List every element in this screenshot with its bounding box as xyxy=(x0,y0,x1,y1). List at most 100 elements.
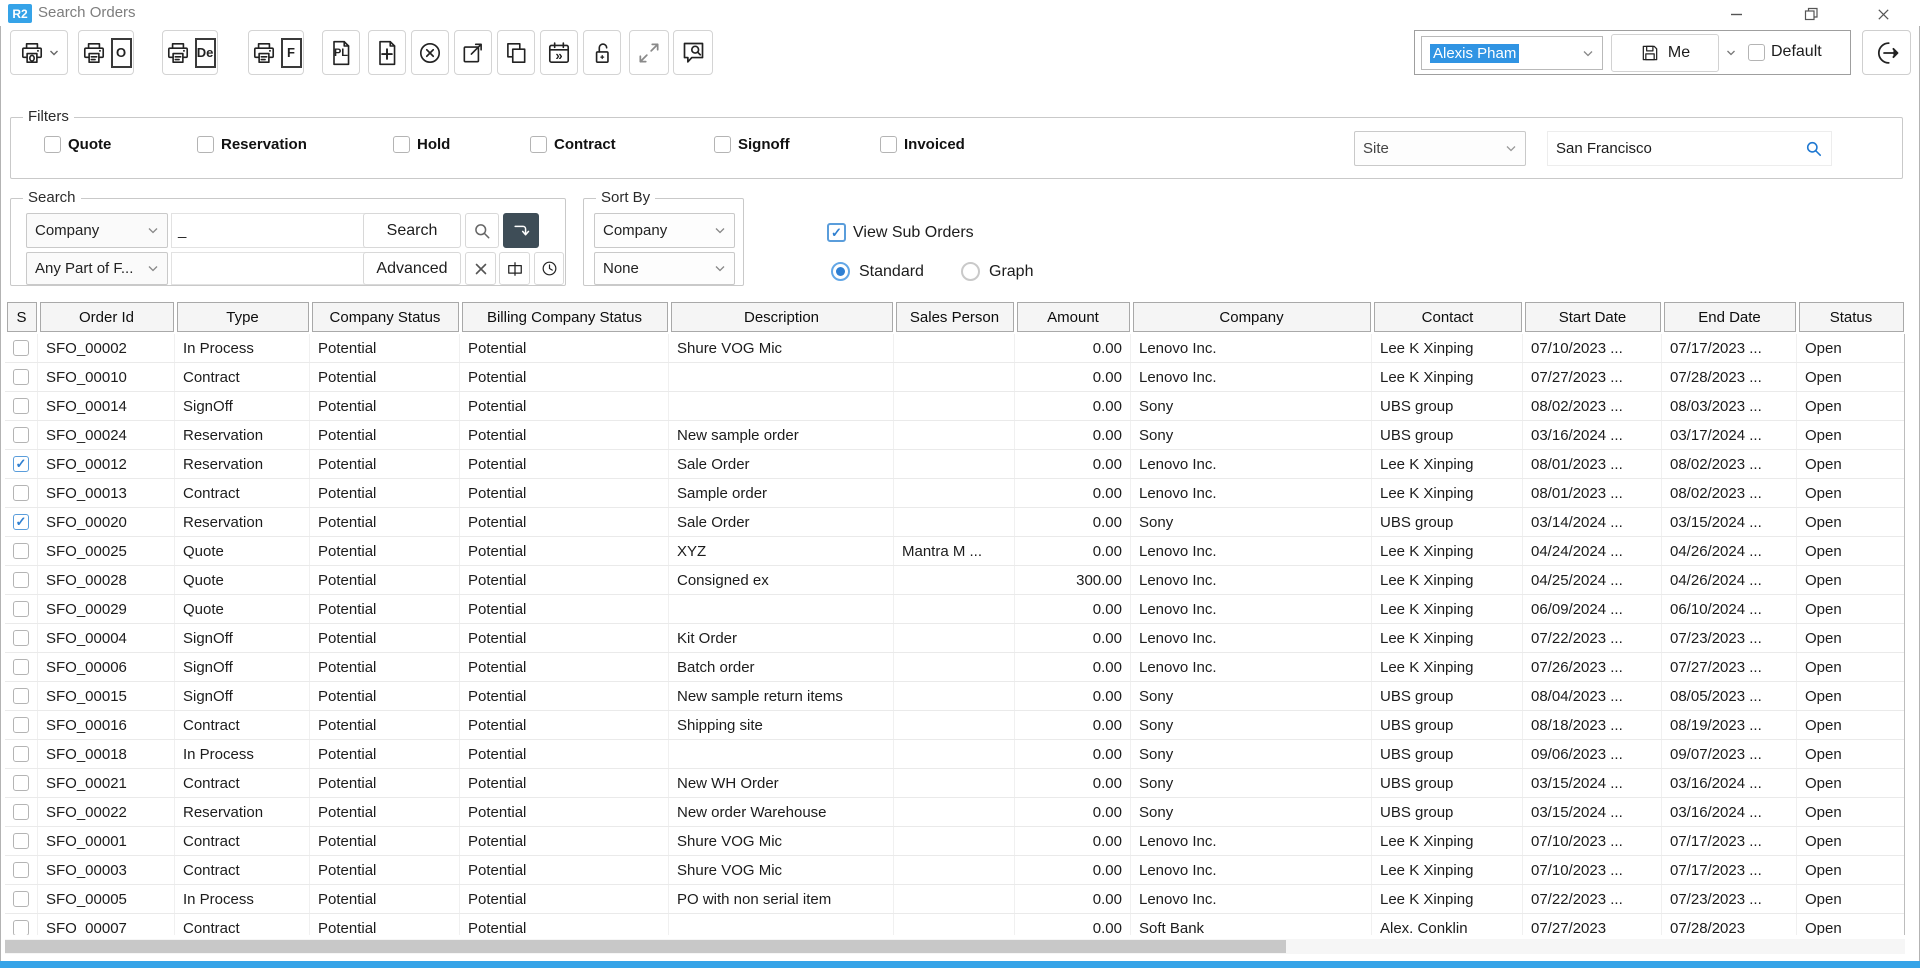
default-checkbox[interactable]: ✓ xyxy=(1748,44,1765,61)
unlock-order-button[interactable] xyxy=(583,30,621,75)
row-select-checkbox[interactable] xyxy=(13,601,29,617)
filter-contract[interactable]: ✓Contract xyxy=(530,136,616,153)
table-row[interactable]: SFO_00010 Contract Potential Potential 0… xyxy=(5,363,1904,392)
graph-radio[interactable] xyxy=(961,262,980,281)
table-row[interactable]: SFO_00018 In Process Potential Potential… xyxy=(5,740,1904,769)
table-row[interactable]: SFO_00002 In Process Potential Potential… xyxy=(5,334,1904,363)
site-select[interactable]: Site xyxy=(1354,131,1526,166)
view-sub-orders-checkbox[interactable]: ✓ xyxy=(827,223,846,242)
filter-invoiced[interactable]: ✓Invoiced xyxy=(880,136,965,153)
match-type-select[interactable]: Any Part of F... xyxy=(26,252,168,285)
search-button[interactable]: Search xyxy=(363,213,461,248)
table-row[interactable]: SFO_00003 Contract Potential Potential S… xyxy=(5,856,1904,885)
scrollbar-thumb[interactable] xyxy=(5,940,1286,953)
table-row[interactable]: SFO_00004 SignOff Potential Potential Ki… xyxy=(5,624,1904,653)
row-select-checkbox[interactable] xyxy=(13,630,29,646)
column-header-sales-person[interactable]: Sales Person xyxy=(896,302,1014,332)
print-button[interactable] xyxy=(10,30,68,75)
row-select-checkbox[interactable] xyxy=(13,369,29,385)
new-order-button[interactable] xyxy=(368,30,406,75)
expand-window-button[interactable] xyxy=(629,30,669,75)
filter-quote[interactable]: ✓Quote xyxy=(44,136,111,153)
row-select-checkbox[interactable] xyxy=(13,688,29,704)
contract-checkbox[interactable]: ✓ xyxy=(530,136,547,153)
quote-checkbox[interactable]: ✓ xyxy=(44,136,61,153)
row-select-checkbox[interactable] xyxy=(13,717,29,733)
row-select-checkbox[interactable]: ✓ xyxy=(13,514,29,530)
filter-hold[interactable]: ✓Hold xyxy=(393,136,450,153)
column-header-order-id[interactable]: Order Id xyxy=(40,302,174,332)
close-button[interactable] xyxy=(1858,0,1908,28)
table-row[interactable]: SFO_00022 Reservation Potential Potentia… xyxy=(5,798,1904,827)
search-icon[interactable] xyxy=(1804,139,1823,158)
cancel-order-button[interactable] xyxy=(411,30,449,75)
table-row[interactable]: SFO_00006 SignOff Potential Potential Ba… xyxy=(5,653,1904,682)
row-select-checkbox[interactable] xyxy=(13,572,29,588)
row-select-checkbox[interactable] xyxy=(13,891,29,907)
table-row[interactable]: SFO_00001 Contract Potential Potential S… xyxy=(5,827,1904,856)
save-me-button[interactable]: Me xyxy=(1611,34,1719,72)
row-select-checkbox[interactable] xyxy=(13,659,29,675)
reservation-checkbox[interactable]: ✓ xyxy=(197,136,214,153)
restore-button[interactable] xyxy=(1786,0,1836,28)
standard-mode-option[interactable]: Standard xyxy=(831,262,924,281)
filter-signoff[interactable]: ✓Signoff xyxy=(714,136,790,153)
table-row[interactable]: SFO_00005 In Process Potential Potential… xyxy=(5,885,1904,914)
row-select-checkbox[interactable] xyxy=(13,398,29,414)
table-row[interactable]: SFO_00025 Quote Potential Potential XYZ … xyxy=(5,537,1904,566)
print-delivery-button[interactable]: De xyxy=(162,30,218,75)
invoiced-checkbox[interactable]: ✓ xyxy=(880,136,897,153)
column-header-s[interactable]: S xyxy=(7,302,37,332)
table-row[interactable]: SFO_00013 Contract Potential Potential S… xyxy=(5,479,1904,508)
exit-button[interactable] xyxy=(1862,30,1911,75)
pick-list-button[interactable]: PL xyxy=(322,30,360,75)
column-header-billing-company-status[interactable]: Billing Company Status xyxy=(462,302,668,332)
column-header-company-status[interactable]: Company Status xyxy=(312,302,459,332)
row-select-checkbox[interactable]: ✓ xyxy=(13,456,29,472)
print-forms-button[interactable]: F xyxy=(248,30,304,75)
sort-primary-select[interactable]: Company xyxy=(594,213,735,248)
table-row[interactable]: ✓ SFO_00020 Reservation Potential Potent… xyxy=(5,508,1904,537)
row-select-checkbox[interactable] xyxy=(13,427,29,443)
column-header-type[interactable]: Type xyxy=(177,302,309,332)
order-search-notes-button[interactable] xyxy=(673,30,713,75)
row-select-checkbox[interactable] xyxy=(13,833,29,849)
graph-mode-option[interactable]: Graph xyxy=(961,262,1033,281)
row-select-checkbox[interactable] xyxy=(13,804,29,820)
print-order-button[interactable]: O xyxy=(78,30,134,75)
row-select-checkbox[interactable] xyxy=(13,485,29,501)
copy-order-button[interactable] xyxy=(497,30,535,75)
table-row[interactable]: SFO_00015 SignOff Potential Potential Ne… xyxy=(5,682,1904,711)
site-search-field[interactable]: San Francisco xyxy=(1547,131,1832,166)
table-row[interactable]: SFO_00014 SignOff Potential Potential 0.… xyxy=(5,392,1904,421)
filter-reservation[interactable]: ✓Reservation xyxy=(197,136,307,153)
column-header-start-date[interactable]: Start Date xyxy=(1525,302,1661,332)
row-select-checkbox[interactable] xyxy=(13,746,29,762)
horizontal-scrollbar[interactable] xyxy=(5,939,1905,954)
signoff-checkbox[interactable]: ✓ xyxy=(714,136,731,153)
standard-radio[interactable] xyxy=(831,262,850,281)
row-select-checkbox[interactable] xyxy=(13,340,29,356)
row-select-checkbox[interactable] xyxy=(13,775,29,791)
clear-search-button[interactable] xyxy=(465,252,496,285)
column-header-company[interactable]: Company xyxy=(1133,302,1371,332)
search-input[interactable]: _ xyxy=(171,213,367,248)
search-history-button[interactable] xyxy=(534,252,564,285)
user-select[interactable]: Alexis Pham xyxy=(1421,36,1603,70)
advanced-search-input[interactable] xyxy=(171,252,367,285)
run-search-button[interactable] xyxy=(503,213,539,248)
column-header-description[interactable]: Description xyxy=(671,302,893,332)
row-select-checkbox[interactable] xyxy=(13,920,29,935)
search-field-select[interactable]: Company xyxy=(26,213,168,248)
row-select-checkbox[interactable] xyxy=(13,543,29,559)
row-select-checkbox[interactable] xyxy=(13,862,29,878)
table-row[interactable]: ✓ SFO_00012 Reservation Potential Potent… xyxy=(5,450,1904,479)
table-row[interactable]: SFO_00016 Contract Potential Potential S… xyxy=(5,711,1904,740)
column-header-end-date[interactable]: End Date xyxy=(1664,302,1796,332)
extend-order-button[interactable]: » xyxy=(540,30,578,75)
advanced-button[interactable]: Advanced xyxy=(363,252,461,285)
table-row[interactable]: SFO_00028 Quote Potential Potential Cons… xyxy=(5,566,1904,595)
quick-search-button[interactable] xyxy=(465,213,499,248)
fit-columns-button[interactable] xyxy=(499,252,530,285)
table-row[interactable]: SFO_00029 Quote Potential Potential 0.00… xyxy=(5,595,1904,624)
